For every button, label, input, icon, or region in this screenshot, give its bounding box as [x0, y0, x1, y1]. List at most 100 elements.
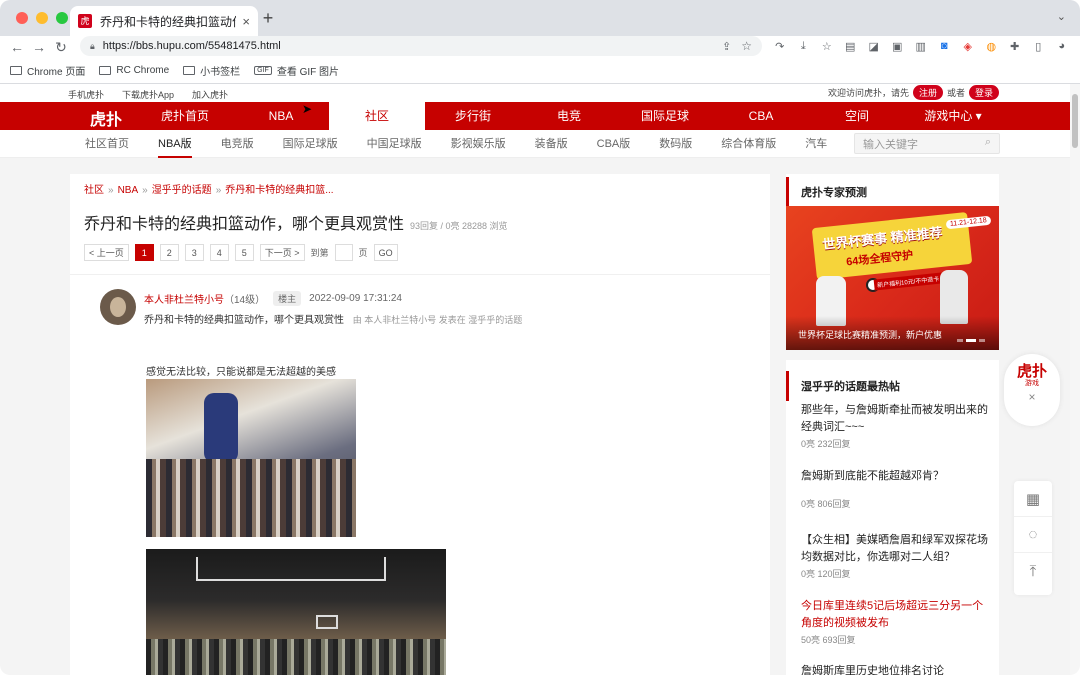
username-link[interactable]: 本人非杜兰特小号	[144, 295, 224, 306]
nav-intl-football[interactable]: 国际足球	[617, 102, 713, 130]
breadcrumb-item[interactable]: 社区	[84, 185, 104, 196]
browser-tab[interactable]: 虎扑 乔丹和卡特的经典扣篮动作， ×	[70, 6, 258, 40]
hot-post-item[interactable]: 那些年，与詹姆斯牵扯而被发明出来的经典词汇~~~ 0亮 232回复	[801, 402, 991, 450]
bookmark-item[interactable]: Chrome 页面	[10, 63, 85, 78]
sub-nav: 社区首页 NBA版 电竞版 国际足球版 中国足球版 影视娱乐版 装备版 CBA版…	[0, 130, 1070, 158]
page-button[interactable]: 3	[184, 244, 204, 261]
post-body-text: 感觉无法比较，只能说都是无法超越的美感	[146, 367, 336, 378]
subnav-item[interactable]: 装备版	[535, 130, 568, 158]
subnav-item[interactable]: 影视娱乐版	[451, 130, 506, 158]
menu-icon[interactable]: ⋮	[1074, 36, 1080, 56]
tab-close-icon[interactable]: ×	[242, 14, 250, 29]
back-icon[interactable]: ←	[6, 39, 28, 55]
search-icon[interactable]: ⌕	[985, 136, 991, 149]
nav-cba[interactable]: CBA	[713, 102, 809, 130]
bookmark-item[interactable]: RC Chrome	[99, 65, 169, 76]
extension-icon[interactable]: ▣	[886, 36, 910, 56]
extension-icon[interactable]: ▥	[909, 36, 933, 56]
side-tools: ▦ ◌ ⤒	[1014, 481, 1052, 595]
subnav-item[interactable]: 国际足球版	[283, 130, 338, 158]
register-button[interactable]: 注册	[912, 85, 943, 100]
bookmark-item[interactable]: GIF 查看 GIF 图片	[254, 63, 339, 78]
extension-icon[interactable]: ◈	[956, 36, 980, 56]
bookmark-item[interactable]: 小书签栏	[183, 63, 240, 78]
page-button[interactable]: 2	[159, 244, 179, 261]
page-button[interactable]: 5	[234, 244, 254, 261]
nav-home[interactable]: 虎扑首页	[137, 102, 233, 130]
reload-icon[interactable]: ↻	[50, 39, 72, 56]
post-subject: 乔丹和卡特的经典扣篮动作，哪个更具观赏性	[144, 315, 344, 326]
page-scrollbar[interactable]	[1070, 84, 1080, 675]
back-to-top-icon[interactable]: ⤒	[1014, 553, 1052, 589]
nav-esports[interactable]: 电竞	[521, 102, 617, 130]
go-button[interactable]: GO	[373, 244, 398, 261]
bookmarks-bar: Chrome 页面 RC Chrome 小书签栏 GIF 查看 GIF 图片	[0, 58, 1080, 84]
join-hupu-link[interactable]: 加入虎扑	[192, 88, 228, 101]
page-number-input[interactable]	[334, 244, 353, 261]
hot-post-title: 今日库里连续5记后场超远三分另一个角度的视频被发布	[801, 600, 984, 629]
download-app-link[interactable]: 下载虎扑App	[122, 88, 174, 101]
worldcup-promo-banner[interactable]: 世界杯赛事 精准推荐 64场全程守护 11.21-12.18 新户福利10元/不…	[786, 206, 999, 350]
next-page-button[interactable]: 下一页 >	[259, 244, 305, 261]
hupu-logo[interactable]: 虎扑	[90, 106, 122, 130]
scrollbar-thumb[interactable]	[1072, 94, 1078, 148]
extension-icon[interactable]: ◙	[933, 36, 957, 56]
breadcrumb-item[interactable]: 乔丹和卡特的经典扣篮...	[225, 185, 333, 196]
sidepanel-icon[interactable]: ▯	[1027, 36, 1051, 56]
address-bar[interactable]: 🔒︎ https://bbs.hupu.com/55481475.html ⇪ …	[80, 36, 762, 56]
hot-post-item[interactable]: 詹姆斯库里历史地位排名讨论	[801, 663, 991, 675]
nav-street[interactable]: 步行街	[425, 102, 521, 130]
profile-avatar-icon[interactable]: ◕	[1050, 36, 1074, 56]
tab-search-icon[interactable]: ⌄	[1057, 10, 1066, 23]
dunk-gif-image[interactable]	[146, 379, 356, 537]
or-text: 或者	[946, 88, 965, 98]
nav-games[interactable]: 游戏中心 ▾	[905, 102, 1001, 130]
first-post: 本人非杜兰特小号（14级） 楼主 2022-09-09 17:31:24 乔丹和…	[70, 274, 770, 675]
subnav-item[interactable]: 数码版	[659, 130, 692, 158]
subnav-item-nba[interactable]: NBA版	[158, 130, 192, 158]
bookmark-star-icon[interactable]: ☆	[741, 39, 752, 53]
window-controls	[16, 12, 68, 24]
comment-icon[interactable]: ◌	[1014, 517, 1052, 553]
subnav-item[interactable]: 社区首页	[85, 130, 129, 158]
mobile-hupu-link[interactable]: 手机虎扑	[68, 88, 104, 101]
breadcrumb-item[interactable]: 湿乎乎的话题	[152, 185, 212, 196]
download-icon[interactable]: ⤓	[792, 36, 816, 56]
prev-page-button[interactable]: < 上一页	[84, 244, 129, 261]
breadcrumb-item[interactable]: NBA	[118, 185, 139, 196]
games-float-widget[interactable]: 虎扑 游戏 ×	[1004, 354, 1060, 426]
nav-space[interactable]: 空间	[809, 102, 905, 130]
extension-icon[interactable]: ◪	[862, 36, 886, 56]
page-button[interactable]: 4	[209, 244, 229, 261]
nav-community[interactable]: 社区	[329, 102, 425, 130]
new-tab-button[interactable]: +	[258, 8, 278, 29]
extension-icon[interactable]: ☆	[815, 36, 839, 56]
bookmark-label: 小书签栏	[200, 67, 241, 78]
hot-post-item[interactable]: 【众生相】美媒晒詹眉和绿军双探花场均数据对比，你选哪对二人组？ 0亮 120回复	[801, 532, 991, 580]
share-icon[interactable]: ⇪	[722, 40, 731, 53]
subnav-item[interactable]: 中国足球版	[367, 130, 422, 158]
close-window-button[interactable]	[16, 12, 28, 24]
subnav-item[interactable]: 电竞版	[221, 130, 254, 158]
maximize-window-button[interactable]	[56, 12, 68, 24]
extension-icon[interactable]: ↷	[768, 36, 792, 56]
avatar[interactable]	[100, 289, 136, 325]
search-input[interactable]: 输入关键字 ⌕	[854, 133, 1000, 154]
login-button[interactable]: 登录	[968, 85, 999, 100]
nav-nba[interactable]: NBA	[233, 102, 329, 130]
subnav-item[interactable]: 综合体育版	[721, 130, 776, 158]
close-icon[interactable]: ×	[1004, 390, 1060, 404]
minimize-window-button[interactable]	[36, 12, 48, 24]
subnav-item[interactable]: CBA版	[597, 130, 631, 158]
forward-icon[interactable]: →	[28, 39, 50, 55]
subnav-item[interactable]: 汽车	[805, 130, 827, 158]
extension-icon[interactable]: ▤	[839, 36, 863, 56]
page-button[interactable]: 1	[134, 244, 154, 261]
dunk-gif-image[interactable]	[146, 549, 446, 675]
qrcode-icon[interactable]: ▦	[1014, 481, 1052, 517]
extensions-puzzle-icon[interactable]: ✚	[1003, 36, 1027, 56]
carousel-indicator[interactable]	[957, 339, 985, 342]
hot-post-item[interactable]: 詹姆斯到底能不能超越邓肯？ 0亮 806回复	[801, 468, 991, 510]
extension-icon[interactable]: ◍	[980, 36, 1004, 56]
hot-post-item[interactable]: 今日库里连续5记后场超远三分另一个角度的视频被发布 50亮 693回复	[801, 598, 991, 646]
